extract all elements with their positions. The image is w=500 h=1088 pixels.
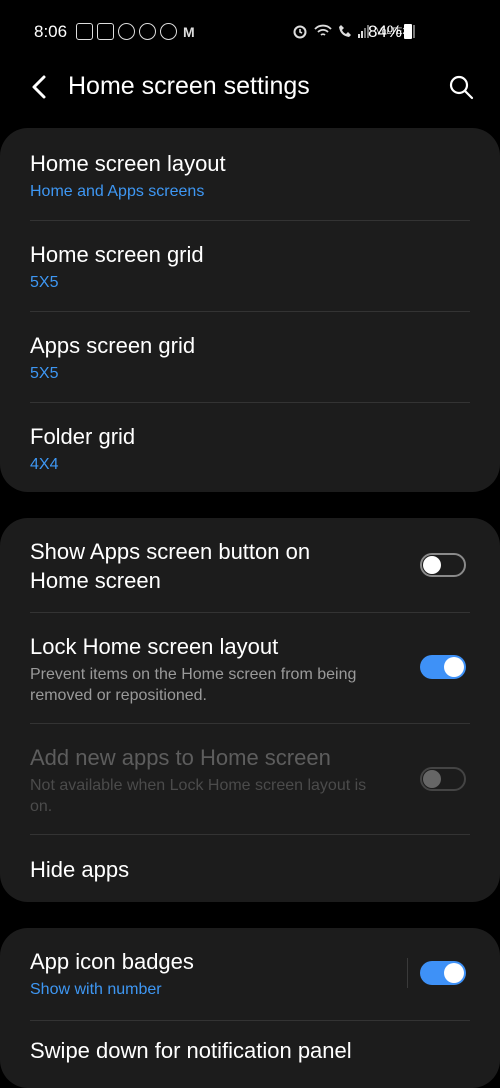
add-new-apps-desc-line1: Not available when Lock Home screen layo… (30, 777, 367, 794)
show-apps-button-toggle[interactable] (420, 553, 466, 577)
layout-settings-card: Home screen layout Home and Apps screens… (0, 128, 500, 492)
notifications-card: App icon badges Show with number Swipe d… (0, 928, 500, 1088)
home-screen-options-card: Show Apps screen button on Home screen L… (0, 518, 500, 902)
folder-grid-item[interactable]: Folder grid 4X4 (0, 403, 500, 492)
app-icon-badges-item[interactable]: App icon badges Show with number (0, 928, 500, 1020)
add-new-apps-item: Add new apps to Home screen Not availabl… (0, 724, 500, 834)
show-apps-button-item[interactable]: Show Apps screen button on Home screen (0, 518, 500, 612)
notification-icon (139, 23, 156, 40)
lock-home-layout-desc-line2: removed or repositioned. (30, 687, 207, 704)
add-new-apps-toggle (420, 767, 466, 791)
home-screen-grid-value: 5X5 (30, 274, 59, 291)
folder-grid-label: Folder grid (30, 424, 136, 449)
page-title: Home screen settings (68, 72, 310, 100)
hide-apps-item[interactable]: Hide apps (0, 835, 500, 902)
show-apps-button-label-line2: Home screen (30, 568, 161, 593)
battery-icon (404, 24, 412, 39)
add-new-apps-label: Add new apps to Home screen (30, 745, 331, 770)
apps-screen-grid-item[interactable]: Apps screen grid 5X5 (0, 312, 500, 403)
divider (407, 958, 408, 988)
home-screen-layout-value: Home and Apps screens (30, 183, 205, 200)
home-screen-grid-item[interactable]: Home screen grid 5X5 (0, 221, 500, 312)
home-screen-grid-label: Home screen grid (30, 242, 204, 267)
app-icon-badges-label: App icon badges (30, 949, 194, 974)
lock-home-layout-toggle[interactable] (420, 655, 466, 679)
gmail-icon: M (183, 23, 195, 40)
hide-apps-label: Hide apps (30, 857, 130, 882)
apps-screen-grid-label: Apps screen grid (30, 333, 196, 358)
home-screen-layout-label: Home screen layout (30, 151, 226, 176)
app-icon-badges-value: Show with number (30, 981, 162, 998)
notification-icon (118, 23, 135, 40)
lock-home-layout-item[interactable]: Lock Home screen layout Prevent items on… (0, 613, 500, 723)
status-time: 8:06 (34, 22, 68, 41)
status-bar: 8:06 M VoLTE2 84% (0, 0, 500, 64)
lock-home-layout-label: Lock Home screen layout (30, 634, 279, 659)
call-icon (339, 25, 351, 37)
search-icon[interactable] (448, 74, 474, 100)
wifi-icon (314, 24, 332, 36)
status-notification-icons: M (76, 23, 195, 40)
alarm-icon (293, 25, 307, 39)
home-screen-layout-item[interactable]: Home screen layout Home and Apps screens (0, 128, 500, 220)
apps-screen-grid-value: 5X5 (30, 365, 59, 382)
notification-icon (160, 23, 177, 40)
swipe-down-notification-label: Swipe down for notification panel (30, 1038, 352, 1063)
app-icon-badges-toggle[interactable] (420, 961, 466, 985)
swipe-down-notification-item[interactable]: Swipe down for notification panel (0, 1021, 500, 1088)
battery-percentage: 84% (368, 22, 403, 41)
instagram-icon (76, 23, 93, 40)
back-arrow-icon[interactable] (30, 72, 50, 102)
add-new-apps-desc-line2: on. (30, 798, 53, 815)
app-icon (97, 23, 114, 40)
lock-home-layout-desc-line1: Prevent items on the Home screen from be… (30, 666, 357, 683)
folder-grid-value: 4X4 (30, 456, 59, 473)
show-apps-button-label-line1: Show Apps screen button on (30, 539, 311, 564)
